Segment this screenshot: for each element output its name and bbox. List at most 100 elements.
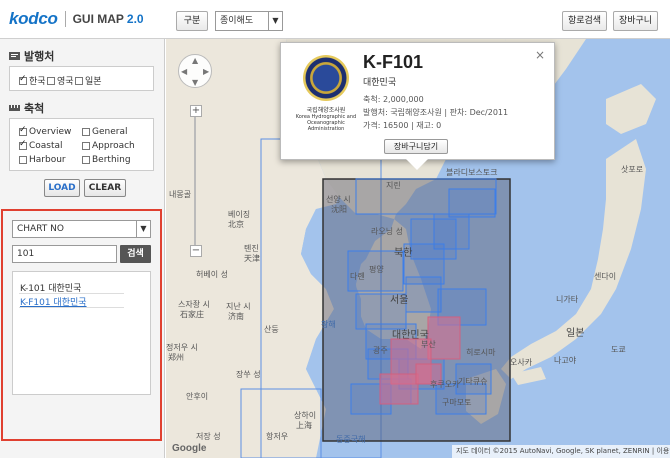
- pan-up-icon[interactable]: ▲: [192, 56, 198, 65]
- search-field-select[interactable]: CHART NO ▼: [12, 220, 151, 238]
- scale-approach[interactable]: Approach: [82, 141, 135, 151]
- org-name-ko: 국립해양조사원: [306, 107, 346, 114]
- sidebar: 발행처 한국 영국 일본 축척 Overview General Coastal…: [0, 39, 165, 458]
- scale-general[interactable]: General: [82, 127, 127, 137]
- result-divider: [19, 307, 124, 308]
- scale-icon: [9, 103, 20, 113]
- map-label-shanghai-zh: 上海: [296, 421, 312, 430]
- map-label-beijing-zh: 北京: [228, 220, 244, 229]
- map-canvas[interactable]: 지린 블라디보스토크 선양 시 沈阳 라오닝 성 북한 평양 다롄 서울 대한민…: [166, 39, 670, 458]
- zoom-in-icon[interactable]: +: [190, 105, 202, 117]
- chart-scale: 축척: 2,000,000: [363, 95, 424, 104]
- map-label-gwangju: 광주: [373, 346, 388, 355]
- publisher-box: 한국 영국 일본: [9, 66, 154, 91]
- map-label-tianjin-zh: 天津: [244, 254, 260, 263]
- publisher-korea-label: 한국: [29, 77, 46, 87]
- map-label-niigata: 니가타: [556, 295, 579, 304]
- scale-overview-label: Overview: [29, 127, 72, 137]
- app-name: GUI MAP 2.0: [73, 12, 144, 26]
- publisher-section-title: 발행처: [9, 48, 54, 64]
- search-input[interactable]: 101: [12, 245, 117, 263]
- map-label-hebei: 허베이 성: [196, 270, 228, 279]
- logo-separator: [64, 11, 66, 27]
- map-label-kumamoto: 구마모토: [442, 398, 472, 407]
- publisher-japan[interactable]: 일본: [75, 74, 102, 87]
- route-search-button[interactable]: 항로검색: [562, 11, 607, 31]
- brand-logo: kodco: [9, 9, 58, 28]
- checkbox-general[interactable]: [82, 128, 90, 136]
- map-label-sapporo: 삿포로: [621, 165, 644, 174]
- checkbox-harbour[interactable]: [19, 156, 27, 164]
- checkbox-korea[interactable]: [19, 74, 27, 85]
- pan-right-icon[interactable]: ▶: [203, 67, 209, 76]
- map-label-tokyo: 도쿄: [611, 345, 626, 354]
- checkbox-overview[interactable]: [19, 125, 27, 136]
- cart-button[interactable]: 장바구니: [613, 11, 658, 31]
- app-logo[interactable]: kodco GUI MAP 2.0: [9, 9, 144, 29]
- map-label-fukuoka: 후쿠오카: [430, 380, 460, 389]
- zoom-out-icon[interactable]: −: [190, 245, 202, 257]
- chart-publisher: 발행처: 국립해양조사원 | 판차: Dec/2011: [363, 108, 509, 117]
- map-label-shijiazhuang-zh: 石家庄: [180, 310, 204, 319]
- map-label-zhengzhou-zh: 郑州: [168, 353, 184, 362]
- map-label-kitakyushu: 기타큐슈: [458, 377, 488, 386]
- map-label-pyongyang: 평양: [369, 265, 384, 274]
- checkbox-coastal[interactable]: [19, 139, 27, 150]
- scale-berthing-label: Berthing: [92, 155, 131, 165]
- map-label-vladivostok: 블라디보스토크: [446, 168, 498, 177]
- publisher-korea[interactable]: 한국: [19, 74, 46, 87]
- publisher-title: 발행처: [24, 50, 55, 63]
- search-button[interactable]: 검색: [120, 245, 151, 263]
- scale-general-label: General: [92, 127, 128, 137]
- header: kodco GUI MAP 2.0 구분 종이해도 ▼ 항로검색 장바구니: [0, 0, 670, 39]
- map-label-nagoya: 나고야: [554, 356, 577, 365]
- map-label-seoul: 서울: [390, 295, 409, 306]
- publisher-icon: [9, 51, 20, 61]
- chart-title: K-F101: [363, 52, 424, 72]
- checkbox-japan[interactable]: [75, 76, 83, 85]
- zoom-slider[interactable]: + −: [190, 105, 202, 257]
- scale-overview[interactable]: Overview: [19, 125, 72, 137]
- map-label-north-korea: 북한: [394, 248, 413, 259]
- map-label-osaka: 오사카: [510, 358, 533, 367]
- chevron-down-icon: ▼: [136, 221, 150, 237]
- org-name-en: Korea Hydrographic and Oceanographic Adm…: [295, 114, 357, 132]
- map-label-hiroshima: 히로시마: [466, 348, 496, 357]
- chart-search-panel: CHART NO ▼ 101 검색 K-101 대한민국 K-F101 대한민국: [1, 209, 162, 441]
- checkbox-uk[interactable]: [47, 76, 55, 85]
- chevron-down-icon: ▼: [268, 12, 282, 30]
- map-label-liaoning: 라오닝 성: [371, 227, 403, 236]
- close-icon[interactable]: ×: [535, 48, 545, 62]
- add-to-cart-button[interactable]: 장바구니담기: [384, 139, 448, 154]
- search-results-list: K-101 대한민국 K-F101 대한민국: [12, 271, 151, 395]
- publisher-japan-label: 일본: [85, 77, 102, 87]
- scale-box: Overview General Coastal Approach Harbou…: [9, 118, 154, 171]
- map-label-busan: 부산: [421, 340, 436, 349]
- map-label-japan: 일본: [566, 328, 585, 339]
- checkbox-approach[interactable]: [82, 142, 90, 150]
- map-label-shandong: 산둥: [264, 325, 279, 334]
- search-field-value: CHART NO: [17, 224, 64, 234]
- checkbox-berthing[interactable]: [82, 156, 90, 164]
- scale-title: 축척: [24, 102, 45, 115]
- map-type-select[interactable]: 종이해도 ▼: [215, 11, 283, 31]
- map-label-jiangsu: 장쑤 성: [236, 370, 261, 379]
- map-label-hangzhou: 항저우: [266, 432, 289, 441]
- kind-button[interactable]: 구분: [176, 11, 208, 31]
- result-divider: [19, 293, 124, 294]
- clear-button[interactable]: CLEAR: [84, 179, 126, 197]
- publisher-uk-label: 영국: [57, 77, 74, 87]
- load-button[interactable]: LOAD: [44, 179, 80, 197]
- map-attribution[interactable]: 지도 데이터 ©2015 AutoNavi, Google, SK planet…: [452, 445, 670, 458]
- map-label-jilin: 지린: [386, 181, 401, 190]
- chart-price: 가격: 16500 | 재고: 0: [363, 121, 442, 130]
- publisher-uk[interactable]: 영국: [47, 74, 74, 87]
- pan-left-icon[interactable]: ◀: [181, 67, 187, 76]
- scale-approach-label: Approach: [92, 141, 135, 151]
- pan-down-icon[interactable]: ▼: [192, 78, 198, 87]
- pan-control[interactable]: ▲ ▼ ◀ ▶: [178, 54, 212, 88]
- scale-berthing[interactable]: Berthing: [82, 155, 131, 165]
- scale-coastal-label: Coastal: [29, 141, 63, 151]
- scale-harbour[interactable]: Harbour: [19, 155, 66, 165]
- scale-coastal[interactable]: Coastal: [19, 139, 63, 151]
